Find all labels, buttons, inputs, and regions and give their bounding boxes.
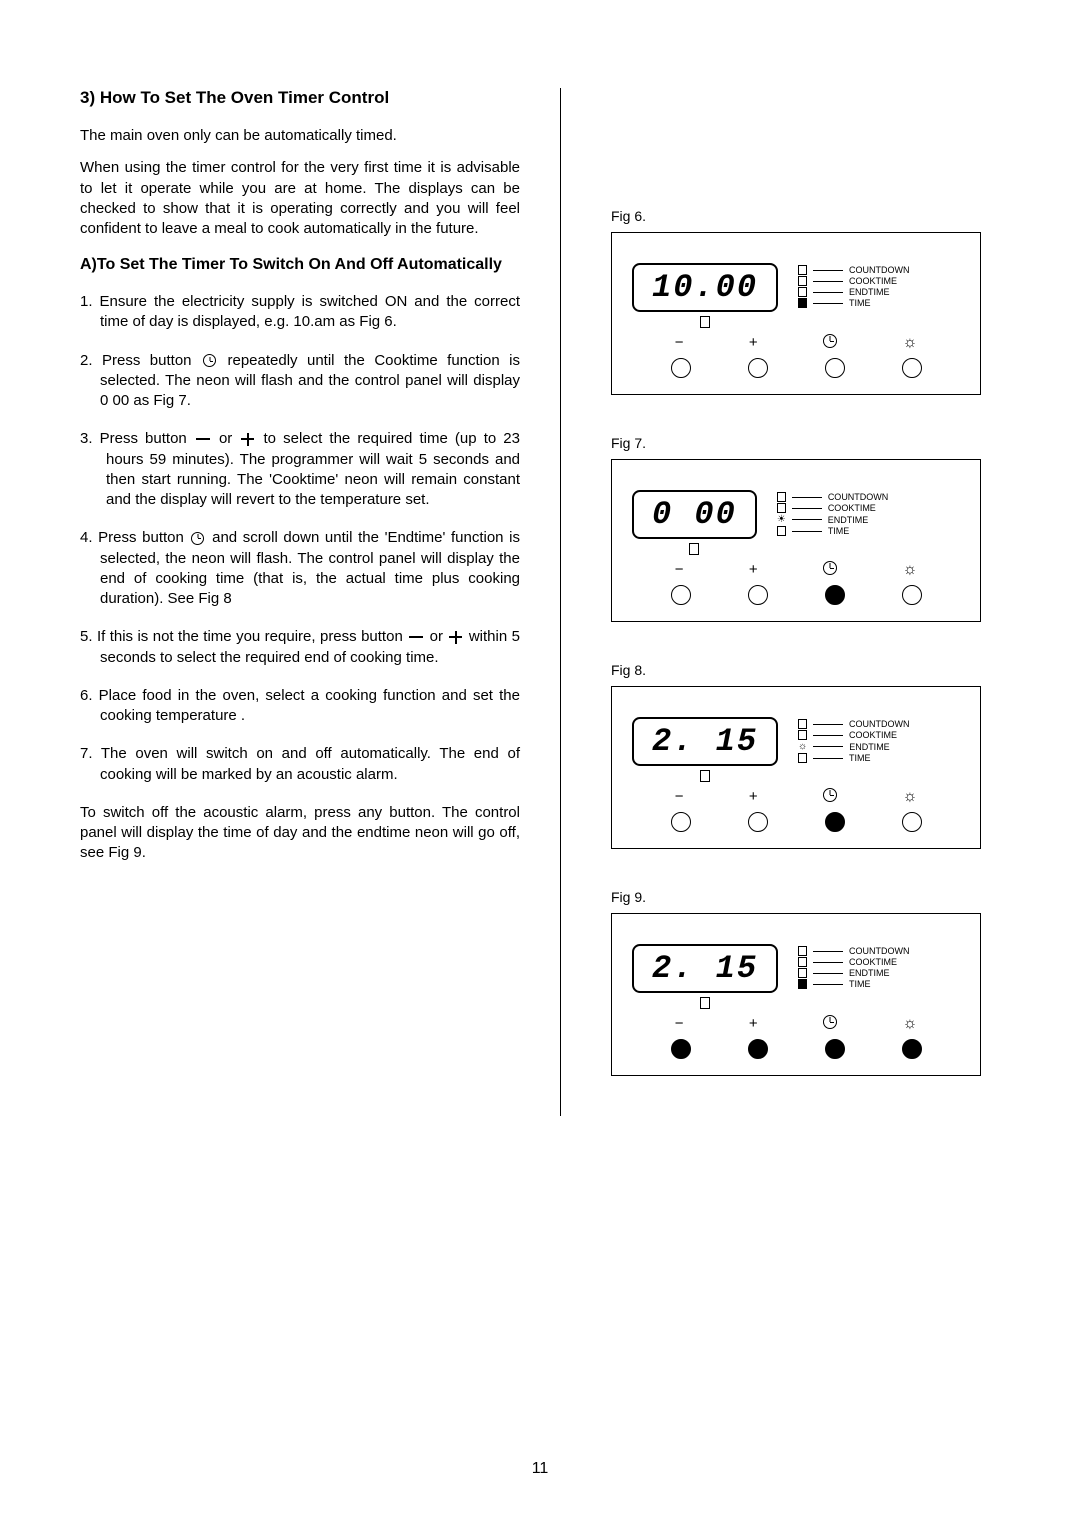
- step-3-text-b: or: [212, 430, 240, 447]
- page-number: 11: [532, 1460, 549, 1478]
- minus-button[interactable]: [671, 1039, 691, 1059]
- clock-button[interactable]: [825, 358, 845, 378]
- ind-endtime: ENDTIME: [828, 515, 869, 525]
- ind-endtime: ENDTIME: [849, 968, 890, 978]
- indicator-list: COUNTDOWN COOKTIME ☼ ENDTIME TIME: [798, 719, 910, 763]
- clock-button[interactable]: [825, 812, 845, 832]
- minus-icon: −: [675, 334, 684, 352]
- sun-button[interactable]: [902, 1039, 922, 1059]
- lcd-display: 10.00: [632, 263, 778, 312]
- minus-icon: [409, 636, 423, 638]
- plus-icon: +: [749, 1015, 758, 1033]
- outro-para: To switch off the acoustic alarm, press …: [80, 803, 520, 864]
- minus-button[interactable]: [671, 585, 691, 605]
- timer-panel-fig8: 2. 15 COUNTDOWN COOKTIME ☼ ENDTIME TIME −…: [611, 686, 981, 849]
- timer-panel-fig9: 2. 15 COUNTDOWN COOKTIME ENDTIME TIME − …: [611, 913, 981, 1076]
- lcd-text: 2. 15: [652, 723, 758, 760]
- step-5-text-b: or: [425, 628, 447, 645]
- ind-cooktime: COOKTIME: [849, 730, 897, 740]
- fig-7-label: Fig 7.: [611, 435, 980, 451]
- fig-6-label: Fig 6.: [611, 208, 980, 224]
- ind-time: TIME: [849, 753, 871, 763]
- step-6: 6. Place food in the oven, select a cook…: [80, 686, 520, 727]
- step-1: 1. Ensure the electricity supply is swit…: [80, 292, 520, 333]
- minus-icon: [196, 438, 210, 440]
- step-4-text-a: 4. Press button: [80, 529, 189, 546]
- clock-icon: [823, 561, 837, 575]
- fig-8-label: Fig 8.: [611, 662, 980, 678]
- step-3: 3. Press button or to select the require…: [80, 429, 520, 510]
- plus-icon: [449, 631, 462, 644]
- sun-icon: ☼: [903, 334, 918, 352]
- clock-icon: [823, 334, 837, 348]
- ind-time: TIME: [849, 298, 871, 308]
- plus-button[interactable]: [748, 1039, 768, 1059]
- lcd-text: 0 00: [652, 496, 737, 533]
- section-heading: 3) How To Set The Oven Timer Control: [80, 88, 520, 108]
- ind-endtime: ENDTIME: [849, 742, 890, 752]
- indicator-list: COUNTDOWN COOKTIME ☀ ENDTIME TIME: [777, 492, 889, 536]
- sun-icon: ☼: [903, 788, 918, 806]
- sun-icon: ☼: [903, 561, 918, 579]
- intro-para-2: When using the timer control for the ver…: [80, 158, 520, 239]
- step-4: 4. Press button and scroll down until th…: [80, 528, 520, 609]
- plus-icon: +: [749, 334, 758, 352]
- auto-indicator: [700, 997, 710, 1009]
- step-3-text-a: 3. Press button: [80, 430, 194, 447]
- ind-cooktime: COOKTIME: [828, 503, 876, 513]
- ind-cooktime: COOKTIME: [849, 276, 897, 286]
- auto-indicator: [700, 316, 710, 328]
- lcd-display: 0 00: [632, 490, 757, 539]
- lcd-text: 2. 15: [652, 950, 758, 987]
- sun-icon: ☼: [798, 741, 807, 752]
- sun-icon: ☀: [777, 514, 786, 525]
- subsection-a-heading: A)To Set The Timer To Switch On And Off …: [80, 255, 520, 276]
- ind-endtime: ENDTIME: [849, 287, 890, 297]
- auto-indicator: [700, 770, 710, 782]
- minus-icon: −: [675, 561, 684, 579]
- clock-button[interactable]: [825, 585, 845, 605]
- clock-button[interactable]: [825, 1039, 845, 1059]
- indicator-list: COUNTDOWN COOKTIME ENDTIME TIME: [798, 946, 910, 989]
- timer-panel-fig7: 0 00 COUNTDOWN COOKTIME ☀ENDTIME TIME − …: [611, 459, 981, 622]
- step-5: 5. If this is not the time you require, …: [80, 627, 520, 668]
- lcd-display: 2. 15: [632, 944, 778, 993]
- minus-button[interactable]: [671, 358, 691, 378]
- step-7: 7. The oven will switch on and off autom…: [80, 744, 520, 785]
- ind-time: TIME: [849, 979, 871, 989]
- indicator-list: COUNTDOWN COOKTIME ENDTIME TIME: [798, 265, 910, 308]
- clock-icon: [823, 1015, 837, 1029]
- step-2-text-a: 2. Press button: [80, 352, 201, 369]
- sun-button[interactable]: [902, 585, 922, 605]
- ind-cooktime: COOKTIME: [849, 957, 897, 967]
- auto-indicator: [689, 543, 699, 555]
- ind-countdown: COUNTDOWN: [849, 946, 910, 956]
- ind-countdown: COUNTDOWN: [849, 265, 910, 275]
- clock-icon: [203, 354, 216, 367]
- step-2: 2. Press button repeatedly until the Coo…: [80, 351, 520, 412]
- sun-icon: ☼: [903, 1015, 918, 1033]
- sun-button[interactable]: [902, 358, 922, 378]
- plus-icon: +: [749, 788, 758, 806]
- plus-icon: +: [749, 561, 758, 579]
- intro-para-1: The main oven only can be automatically …: [80, 126, 520, 146]
- minus-button[interactable]: [671, 812, 691, 832]
- minus-icon: −: [675, 788, 684, 806]
- sun-button[interactable]: [902, 812, 922, 832]
- ind-countdown: COUNTDOWN: [828, 492, 889, 502]
- step-5-text-a: 5. If this is not the time you require, …: [80, 628, 407, 645]
- fig-9-label: Fig 9.: [611, 889, 980, 905]
- ind-countdown: COUNTDOWN: [849, 719, 910, 729]
- plus-button[interactable]: [748, 358, 768, 378]
- timer-panel-fig6: 10.00 COUNTDOWN COOKTIME ENDTIME TIME − …: [611, 232, 981, 395]
- clock-icon: [191, 532, 204, 545]
- lcd-display: 2. 15: [632, 717, 778, 766]
- plus-button[interactable]: [748, 585, 768, 605]
- ind-time: TIME: [828, 526, 850, 536]
- plus-button[interactable]: [748, 812, 768, 832]
- plus-icon: [241, 433, 254, 446]
- lcd-text: 10.00: [652, 269, 758, 306]
- minus-icon: −: [675, 1015, 684, 1033]
- clock-icon: [823, 788, 837, 802]
